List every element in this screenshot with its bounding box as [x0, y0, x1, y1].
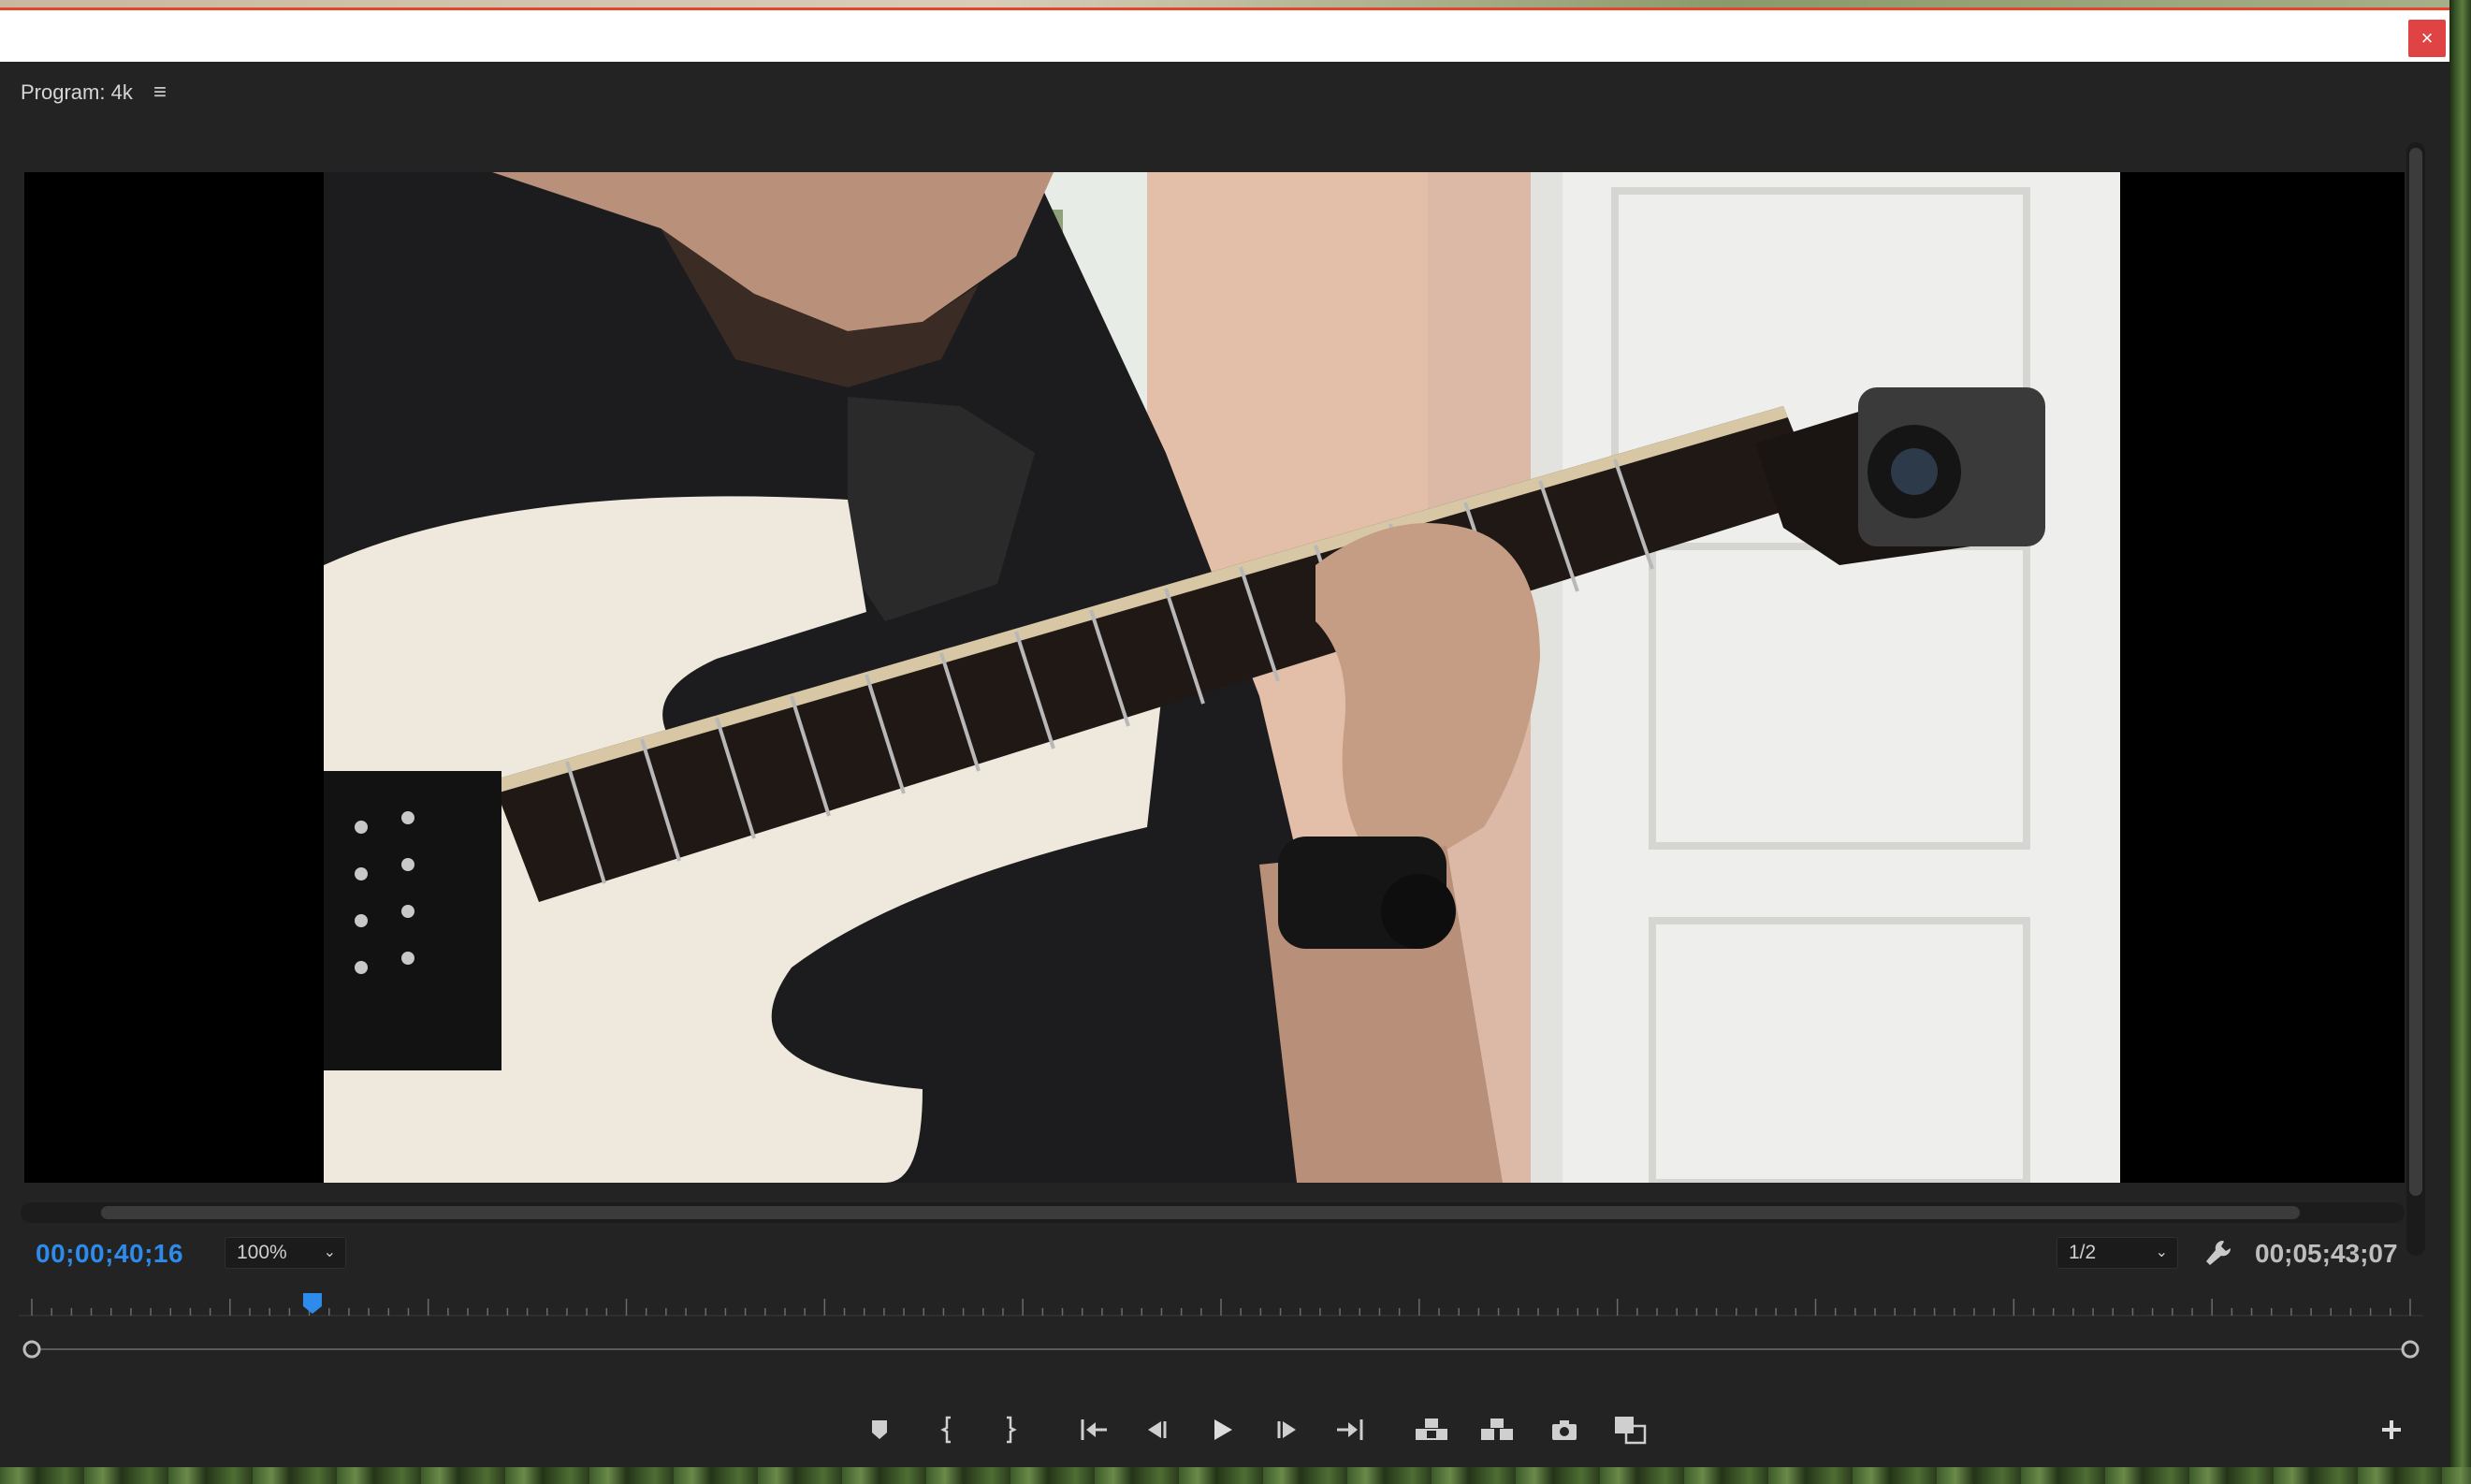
go-to-out-button[interactable]: [1330, 1404, 1372, 1456]
export-frame-button[interactable]: [1544, 1404, 1585, 1456]
mark-in-button[interactable]: [928, 1404, 969, 1456]
go-to-in-button[interactable]: [1072, 1404, 1113, 1456]
video-frame-image: [324, 172, 2120, 1183]
playback-resolution-value: 1/2: [2069, 1242, 2097, 1263]
extract-button[interactable]: [1476, 1404, 1518, 1456]
go-to-out-icon: [1337, 1419, 1363, 1440]
chevron-down-icon: ⌄: [2155, 1244, 2168, 1260]
window-titlebar[interactable]: ×: [0, 7, 2449, 62]
wrench-settings-icon[interactable]: [2202, 1237, 2234, 1269]
timecode-row: 00;00;40;16 100% ⌄ 1/2 ⌄ 00;05;43;07: [0, 1231, 2449, 1278]
mark-in-icon: [940, 1416, 951, 1444]
in-point-handle[interactable]: [22, 1340, 41, 1359]
step-back-icon: [1148, 1421, 1167, 1438]
panel-title[interactable]: Program: 4k: [21, 80, 133, 105]
zoom-level-select[interactable]: 100% ⌄: [225, 1237, 346, 1269]
vertical-scrollbar[interactable]: [2406, 142, 2425, 1256]
mark-out-icon: [1007, 1416, 1017, 1444]
current-timecode[interactable]: 00;00;40;16: [36, 1239, 183, 1269]
step-back-button[interactable]: [1136, 1404, 1177, 1456]
play-icon: [1214, 1419, 1232, 1440]
timeline-ruler-graphic: [19, 1293, 2423, 1359]
hamburger-menu-icon[interactable]: ≡: [153, 81, 167, 104]
mark-out-button[interactable]: [988, 1404, 1029, 1456]
screen: × Program: 4k ≡ 00;00;40;16 100% ⌄ 1/2 ⌄…: [0, 0, 2471, 1484]
close-window-button[interactable]: ×: [2408, 20, 2446, 57]
button-editor-plus-button[interactable]: [2371, 1404, 2412, 1456]
vertical-scrollbar-thumb[interactable]: [2409, 148, 2422, 1196]
step-forward-button[interactable]: [1267, 1404, 1308, 1456]
desktop-background-right: [2449, 0, 2471, 1484]
extract-icon: [1481, 1419, 1513, 1440]
comparison-view-button[interactable]: [1609, 1404, 1650, 1456]
zoom-level-value: 100%: [237, 1242, 287, 1263]
panel-header: Program: 4k ≡: [21, 79, 167, 107]
play-button[interactable]: [1201, 1404, 1243, 1456]
playhead[interactable]: [302, 1293, 322, 1314]
timeline-ruler[interactable]: [19, 1288, 2423, 1372]
step-forward-icon: [1277, 1421, 1296, 1438]
plus-icon: [2382, 1420, 2401, 1439]
transport-controls: [0, 1404, 2449, 1456]
video-frame[interactable]: [324, 172, 2120, 1183]
lift-icon: [1416, 1419, 1447, 1440]
camera-icon: [1552, 1420, 1577, 1440]
duration-timecode: 00;05;43;07: [2255, 1239, 2398, 1268]
playback-resolution-select[interactable]: 1/2 ⌄: [2057, 1237, 2178, 1269]
horizontal-scrollbar[interactable]: [21, 1202, 2405, 1223]
program-viewport[interactable]: [24, 172, 2405, 1183]
desktop-background-bottom: [0, 1467, 2471, 1484]
program-monitor-panel: Program: 4k ≡ 00;00;40;16 100% ⌄ 1/2 ⌄ 0…: [0, 62, 2449, 1467]
go-to-in-icon: [1081, 1419, 1107, 1440]
desktop-background-top: [0, 0, 2471, 7]
out-point-handle[interactable]: [2401, 1340, 2420, 1359]
lift-button[interactable]: [1411, 1404, 1452, 1456]
horizontal-scrollbar-thumb[interactable]: [101, 1206, 2300, 1219]
comparison-view-icon: [1615, 1417, 1647, 1445]
add-marker-button[interactable]: [859, 1404, 900, 1456]
marker-icon: [872, 1420, 887, 1439]
chevron-down-icon: ⌄: [323, 1244, 336, 1260]
